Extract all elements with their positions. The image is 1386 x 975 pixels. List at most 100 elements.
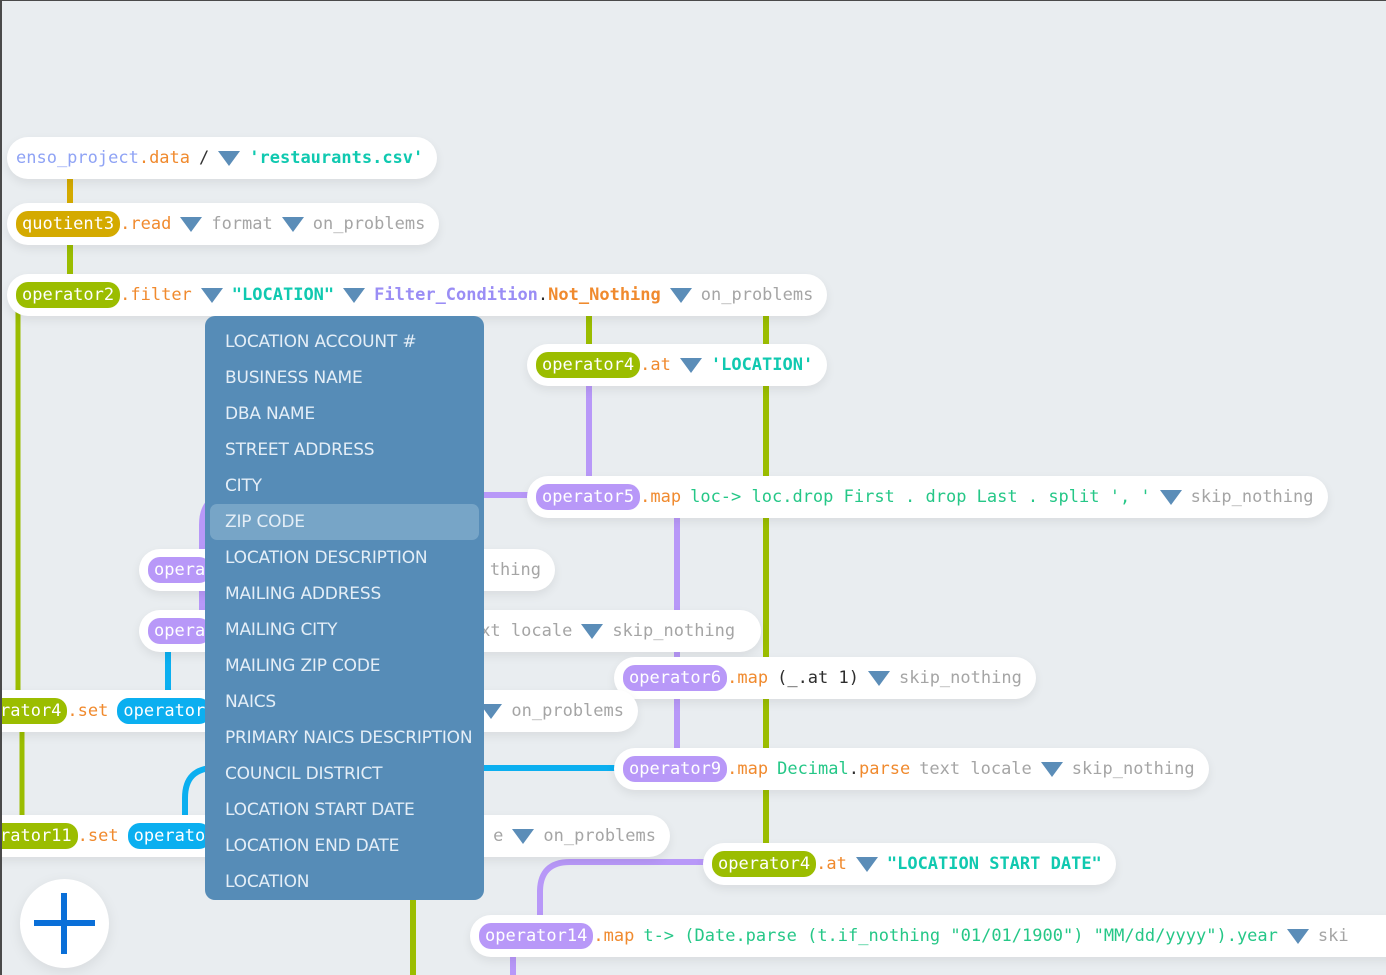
arg-on-problems[interactable]: on_problems xyxy=(313,214,426,234)
node-output-pill[interactable]: opera xyxy=(148,557,212,583)
expr-type[interactable]: Decimal xyxy=(777,759,849,779)
dropdown-arrow-icon[interactable] xyxy=(855,856,878,872)
arg-filter-type[interactable]: Filter_Condition xyxy=(374,285,538,305)
dropdown-arrow-icon[interactable] xyxy=(669,287,692,303)
method-name: .set xyxy=(77,826,119,846)
add-node-button[interactable] xyxy=(20,879,109,968)
lambda-expr[interactable]: t-> (Date.parse (t.if_nothing "01/01/190… xyxy=(643,926,1278,946)
column-dropdown-menu: LOCATION ACCOUNT # BUSINESS NAME DBA NAM… xyxy=(205,316,484,900)
method-name: .at xyxy=(816,854,847,874)
node-output-pill[interactable]: quotient3 xyxy=(16,211,121,237)
arg-column[interactable]: 'LOCATION' xyxy=(711,355,813,375)
arg-skip-nothing[interactable]: skip_nothing xyxy=(1191,487,1314,507)
arg-on-problems[interactable]: on_problems xyxy=(543,826,656,846)
dropdown-arrow-icon[interactable] xyxy=(581,623,604,639)
node-map-at1[interactable]: operator6 .map (_.at 1) skip_nothing xyxy=(614,657,1036,699)
method-name: .read xyxy=(120,214,172,234)
node-read[interactable]: quotient3 .read format on_problems xyxy=(7,203,440,245)
node-output-pill[interactable]: operator4 xyxy=(712,851,817,877)
arg-tail[interactable]: e xyxy=(493,826,503,846)
method-label: at xyxy=(650,355,671,375)
node-output-pill[interactable]: opera xyxy=(148,618,212,644)
method-label: map xyxy=(737,668,769,688)
dropdown-item[interactable]: BUSINESS NAME xyxy=(210,360,479,396)
method-name: .map xyxy=(727,668,769,688)
dropdown-item[interactable]: MAILING ZIP CODE xyxy=(210,648,479,684)
dropdown-item[interactable]: LOCATION xyxy=(210,864,479,900)
dropdown-item[interactable]: LOCATION END DATE xyxy=(210,828,479,864)
dropdown-item[interactable]: LOCATION ACCOUNT # xyxy=(210,324,479,360)
arg-column[interactable]: "LOCATION START DATE" xyxy=(887,854,1102,874)
dropdown-arrow-icon[interactable] xyxy=(679,357,702,373)
dropdown-item[interactable]: MAILING ADDRESS xyxy=(210,576,479,612)
method-name: .map xyxy=(727,759,769,779)
node-output-pill[interactable]: rator11 xyxy=(0,823,78,849)
node-map-year[interactable]: operator14 .map t-> (Date.parse (t.if_no… xyxy=(470,915,1386,957)
node-output-pill[interactable]: operator6 xyxy=(623,665,728,691)
method-label: at xyxy=(826,854,847,874)
node-output-pill[interactable]: operator14 xyxy=(479,923,594,949)
dropdown-item[interactable]: COUNCIL DISTRICT xyxy=(210,756,479,792)
method-label: set xyxy=(77,701,109,721)
node-output-pill[interactable]: operator5 xyxy=(536,484,641,510)
method-label: read xyxy=(130,214,172,234)
dropdown-arrow-icon[interactable] xyxy=(281,216,304,232)
method-name: .set xyxy=(67,701,109,721)
node-output-pill[interactable]: operator2 xyxy=(16,282,121,308)
arg-skip-nothing[interactable]: skip_nothing xyxy=(899,668,1022,688)
node-at-start-date[interactable]: operator4 .at "LOCATION START DATE" xyxy=(703,843,1116,885)
node-map-decimal[interactable]: operator9 .map Decimal. parse text local… xyxy=(614,748,1209,790)
arg-skip-nothing[interactable]: ski xyxy=(1318,926,1349,946)
node-output-pill[interactable]: operator9 xyxy=(623,756,728,782)
arg-filename[interactable]: 'restaurants.csv' xyxy=(249,148,423,168)
expr-method[interactable]: parse xyxy=(859,759,910,779)
method-name: .at xyxy=(640,355,671,375)
node-data-path[interactable]: enso_project .data / 'restaurants.csv' xyxy=(7,137,438,179)
dropdown-item[interactable]: LOCATION DESCRIPTION xyxy=(210,540,479,576)
dropdown-arrow-icon[interactable] xyxy=(867,670,890,686)
arg-pill[interactable]: operator xyxy=(117,698,212,724)
operator-slash: / xyxy=(199,148,210,168)
arg-tail[interactable]: thing xyxy=(490,560,541,580)
dropdown-arrow-icon[interactable] xyxy=(343,287,366,303)
dropdown-item[interactable]: NAICS xyxy=(210,684,479,720)
dropdown-item[interactable]: PRIMARY NAICS DESCRIPTION xyxy=(210,720,479,756)
dropdown-item[interactable]: DBA NAME xyxy=(210,396,479,432)
dropdown-arrow-icon[interactable] xyxy=(180,216,203,232)
arg-on-problems[interactable]: on_problems xyxy=(511,701,624,721)
method-label: map xyxy=(603,926,635,946)
arg-filter-condition[interactable]: Not_Nothing xyxy=(548,285,661,305)
arg-skip-nothing[interactable]: skip_nothing xyxy=(1072,759,1195,779)
node-output-pill[interactable]: rator4 xyxy=(0,698,68,724)
dropdown-item[interactable]: STREET ADDRESS xyxy=(210,432,479,468)
method-name: .map xyxy=(640,487,682,507)
dropdown-arrow-icon[interactable] xyxy=(1040,761,1063,777)
expr-data: .data xyxy=(138,148,191,168)
arg-format[interactable]: format xyxy=(211,214,272,234)
arg-on-problems[interactable]: on_problems xyxy=(701,285,814,305)
node-map-split[interactable]: operator5 .map loc-> loc.drop First . dr… xyxy=(527,476,1328,518)
dropdown-item-selected[interactable]: ZIP CODE xyxy=(210,504,479,540)
arg-column[interactable]: "LOCATION" xyxy=(232,285,334,305)
node-filter[interactable]: operator2 .filter "LOCATION" Filter_Cond… xyxy=(7,274,828,316)
expr-args[interactable]: text locale xyxy=(919,759,1032,779)
dropdown-item[interactable]: MAILING CITY xyxy=(210,612,479,648)
arg-text-locale[interactable]: xt locale xyxy=(480,621,572,641)
dropdown-arrow-icon[interactable] xyxy=(1159,489,1182,505)
dropdown-item[interactable]: CITY xyxy=(210,468,479,504)
dropdown-arrow-icon[interactable] xyxy=(200,287,223,303)
lambda-expr[interactable]: (_.at 1) xyxy=(777,668,859,688)
dropdown-arrow-icon[interactable] xyxy=(1286,928,1309,944)
dropdown-item[interactable]: LOCATION START DATE xyxy=(210,792,479,828)
dropdown-arrow-icon[interactable] xyxy=(512,828,535,844)
method-name: .map xyxy=(593,926,635,946)
node-at-location[interactable]: operator4 .at 'LOCATION' xyxy=(527,344,828,386)
arg-pill[interactable]: operato xyxy=(127,823,212,849)
arg-skip-nothing[interactable]: skip_nothing xyxy=(612,621,735,641)
lambda-expr[interactable]: loc-> loc.drop First . drop Last . split… xyxy=(690,487,1151,507)
node-output-pill[interactable]: operator4 xyxy=(536,352,641,378)
method-label: map xyxy=(737,759,769,779)
method-label: set xyxy=(87,826,119,846)
method-label: map xyxy=(650,487,682,507)
dropdown-arrow-icon[interactable] xyxy=(218,150,241,166)
